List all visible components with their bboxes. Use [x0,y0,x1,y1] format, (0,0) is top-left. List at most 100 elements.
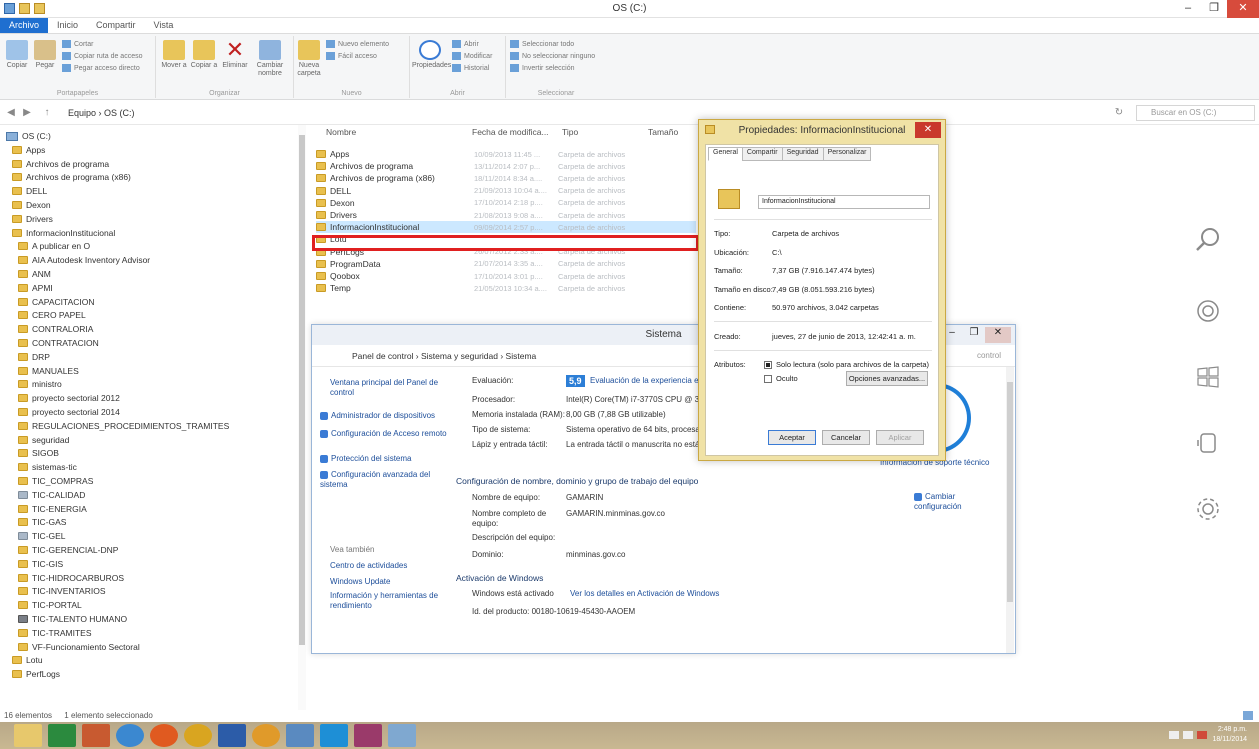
tree-item[interactable]: proyecto sectorial 2014 [18,406,120,418]
tree-item[interactable]: TIC-HIDROCARBUROS [18,572,124,584]
column-tamano[interactable]: Tamaño [648,127,678,143]
tree-item[interactable]: AIA Autodesk Inventory Advisor [18,254,150,266]
tree-item[interactable]: MANUALES [18,365,79,377]
tree-item[interactable]: TIC-GERENCIAL-DNP [18,544,118,556]
tree-item[interactable]: ministro [18,378,62,390]
excel-taskbar-icon[interactable] [48,724,76,747]
control-panel-home-link[interactable]: Ventana principal del Panel de control [330,378,450,398]
apply-button[interactable]: Aplicar [876,430,924,445]
up-arrow-icon[interactable]: ↑ [40,106,54,120]
copy-button[interactable]: Copiar [4,40,30,70]
network-taskbar-icon[interactable] [286,724,314,747]
column-nombre[interactable]: Nombre [326,127,356,143]
view-toggle-icon[interactable] [1243,711,1253,720]
tree-item[interactable]: VF-Funcionamiento Sectoral [18,641,140,653]
file-row[interactable]: InformacionInstitucional 09/09/2014 2:57 … [316,221,696,234]
file-row[interactable]: Temp 21/05/2013 10:34 a.... Carpeta de arc… [316,282,696,294]
close-button[interactable]: ✕ [915,122,941,138]
system-search-input[interactable]: control [977,351,1001,360]
file-row[interactable]: DELL 21/09/2013 10:04 a.... Carpeta de arc… [316,185,696,197]
firefox-taskbar-icon[interactable] [150,724,178,747]
tree-item[interactable]: TIC-GEL [18,530,66,542]
cut-button[interactable]: Cortar [62,40,93,48]
file-row[interactable]: Apps 10/09/2013 11:45 ... Carpeta de archi… [316,148,696,160]
tree-item[interactable]: PerfLogs [12,668,60,680]
settings-gear-icon[interactable] [1195,496,1221,522]
tree-item[interactable]: Apps [12,144,45,156]
tree-item[interactable]: CONTRATACION [18,337,99,349]
media-taskbar-icon[interactable] [354,724,382,747]
clock[interactable]: 2:48 p.m. 18/11/2014 [1212,725,1247,745]
tab-general[interactable]: General [708,147,743,161]
activation-details-link[interactable]: Ver los detalles en Activación de Window… [570,589,719,599]
readonly-checkbox[interactable] [764,361,772,369]
control-panel-taskbar-icon[interactable] [388,724,416,747]
tree-item[interactable]: TIC-TALENTO HUMANO [18,613,127,625]
tab-archivo[interactable]: Archivo [0,18,49,33]
tree-item[interactable]: Archivos de programa (x86) [12,171,131,183]
advanced-settings-link[interactable]: Configuración avanzada del sistema [320,470,450,490]
skype-taskbar-icon[interactable] [320,724,348,747]
tree-item[interactable]: OS (C:) [6,130,51,142]
hidden-checkbox[interactable] [764,375,772,383]
tree-item[interactable]: DRP [18,351,50,363]
delete-button[interactable]: ✕ Eliminar [220,39,250,70]
tree-item[interactable]: TIC-ENERGIA [18,503,87,515]
chrome-taskbar-icon[interactable] [184,724,212,747]
windows-update-link[interactable]: Windows Update [330,577,390,587]
tree-item[interactable]: InformacionInstitucional [12,227,115,239]
scroll-thumb[interactable] [299,135,305,645]
tree-item[interactable]: Archivos de programa [12,158,109,170]
action-center-link[interactable]: Centro de actividades [330,561,407,571]
select-all-button[interactable]: Seleccionar todo [510,40,574,48]
system-protection-link[interactable]: Protección del sistema [320,454,450,464]
column-fecha[interactable]: Fecha de modifica... [472,127,549,143]
maximize-button[interactable]: ❐ [963,327,985,343]
network-icon[interactable] [1183,731,1193,739]
tree-item[interactable]: TIC-INVENTARIOS [18,585,106,597]
tree-item[interactable]: TIC-GIS [18,558,63,570]
tree-item[interactable]: Drivers [12,213,53,225]
modify-button[interactable]: Modificar [452,52,492,60]
windows-start-icon[interactable] [1195,364,1221,390]
tree-item[interactable]: TIC-PORTAL [18,599,82,611]
system-scrollbar[interactable] [1006,367,1014,653]
file-row[interactable]: Drivers 21/08/2013 9:08 a.... Carpeta de a… [316,209,696,221]
tree-scrollbar[interactable] [298,125,306,710]
tab-seguridad[interactable]: Seguridad [781,147,824,161]
copy-to-button[interactable]: Copiar a [190,40,218,70]
forward-arrow-icon[interactable]: ▶ [20,106,34,120]
app-taskbar-icon[interactable] [252,724,280,747]
history-button[interactable]: Historial [452,64,489,72]
tree-item[interactable]: sistemas-tic [18,461,77,473]
tree-item[interactable]: TIC-TRAMITES [18,627,92,639]
cancel-button[interactable]: Cancelar [822,430,870,445]
new-item-button[interactable]: Nuevo elemento [326,40,389,48]
paste-shortcut-button[interactable]: Pegar acceso directo [62,64,140,72]
accept-button[interactable]: Aceptar [768,430,816,445]
tree-item[interactable]: CERO PAPEL [18,309,86,321]
move-to-button[interactable]: Mover a [160,40,188,70]
tree-item[interactable]: REGULACIONES_PROCEDIMIENTOS_TRAMITES [18,420,229,432]
tab-compartir[interactable]: Compartir [87,18,145,33]
refresh-icon[interactable]: ↻ [1112,106,1126,120]
volume-icon[interactable] [1169,731,1179,739]
tree-item[interactable]: Lotu [12,654,43,666]
file-row[interactable]: Dexon 17/10/2014 2:18 p.... Carpeta de arc… [316,197,696,209]
paste-button[interactable]: Pegar [32,40,58,70]
invert-selection-button[interactable]: Invertir selección [510,64,575,72]
scroll-thumb[interactable] [1007,382,1013,602]
word-taskbar-icon[interactable] [218,724,246,747]
file-row[interactable]: Archivos de programa (x86) 18/11/2014 8:3… [316,172,696,184]
tree-item[interactable]: SIGOB [18,447,59,459]
column-tipo[interactable]: Tipo [562,127,578,143]
tree-item[interactable]: CAPACITACION [18,296,95,308]
performance-link[interactable]: Información y herramientas de rendimient… [330,591,450,611]
share-icon[interactable] [1195,298,1221,324]
close-button[interactable]: ✕ [1227,0,1259,18]
tab-compartir[interactable]: Compartir [741,147,783,161]
new-folder-button[interactable]: Nueva carpeta [296,40,322,78]
tab-personalizar[interactable]: Personalizar [822,147,872,161]
tree-item[interactable]: APMI [18,282,53,294]
search-icon[interactable] [1195,227,1221,253]
